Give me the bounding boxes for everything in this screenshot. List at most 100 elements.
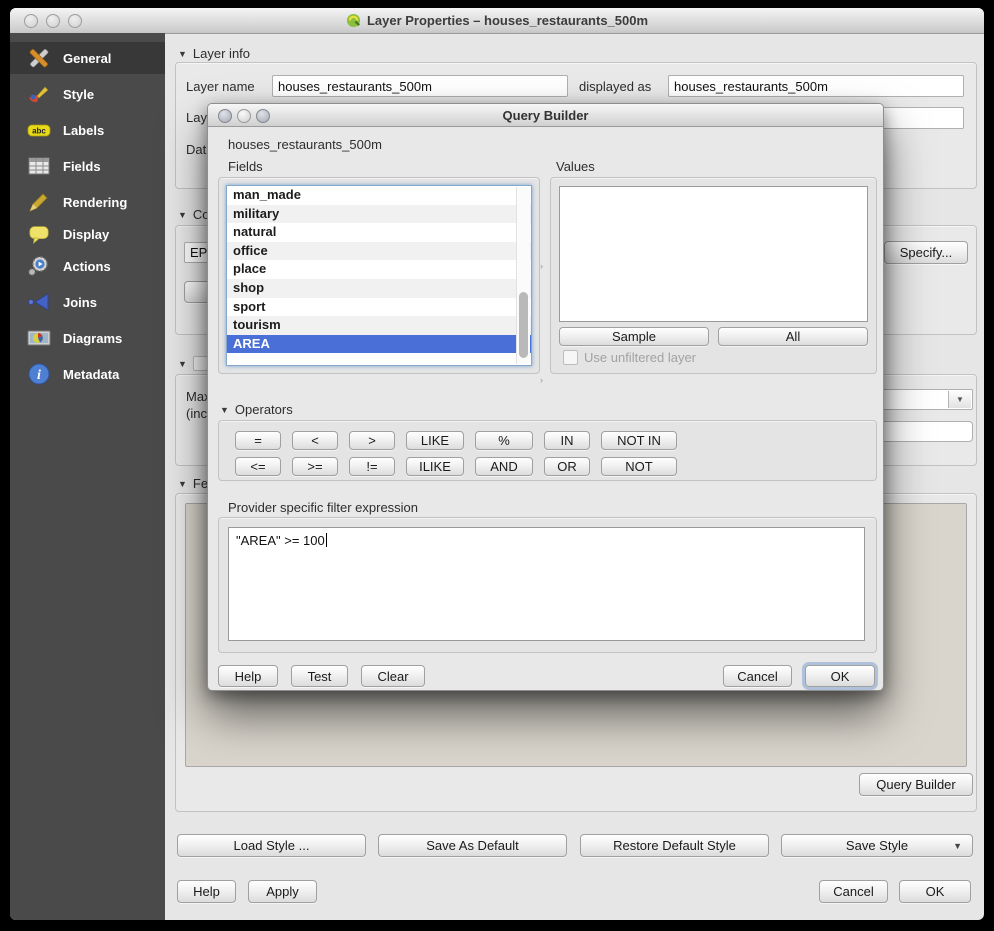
sidebar-item-labels[interactable]: abc Labels bbox=[10, 114, 165, 146]
sample-button[interactable]: Sample bbox=[559, 327, 709, 346]
splitter-handle-icon[interactable]: › bbox=[540, 376, 548, 384]
qb-test-button[interactable]: Test bbox=[291, 665, 348, 687]
ok-button[interactable]: OK bbox=[899, 880, 971, 903]
fields-scrollbar[interactable] bbox=[516, 187, 530, 364]
displayed-as-label: displayed as bbox=[579, 79, 651, 94]
layer-name-input[interactable] bbox=[272, 75, 568, 97]
zoom-dialog-icon[interactable] bbox=[256, 109, 270, 123]
sidebar-item-label: Diagrams bbox=[63, 331, 122, 346]
save-style-button[interactable]: Save Style ▼ bbox=[781, 834, 973, 857]
scale-visibility-checkbox[interactable] bbox=[193, 356, 208, 371]
sidebar-item-display[interactable]: Display bbox=[10, 218, 165, 250]
all-button[interactable]: All bbox=[718, 327, 868, 346]
scale-section-header[interactable]: ▼ bbox=[178, 356, 208, 371]
sidebar-item-general[interactable]: General bbox=[10, 42, 165, 74]
qb-clear-button[interactable]: Clear bbox=[361, 665, 425, 687]
list-item-selected[interactable]: AREA bbox=[227, 335, 531, 354]
list-item[interactable]: sport bbox=[227, 298, 531, 317]
cancel-button[interactable]: Cancel bbox=[819, 880, 888, 903]
help-button[interactable]: Help bbox=[177, 880, 236, 903]
sidebar-item-rendering[interactable]: Rendering bbox=[10, 186, 165, 218]
diagram-icon bbox=[26, 325, 52, 351]
operator-ne-button[interactable]: != bbox=[349, 457, 395, 476]
operator-in-button[interactable]: IN bbox=[544, 431, 590, 450]
values-label: Values bbox=[556, 159, 595, 174]
apply-button[interactable]: Apply bbox=[248, 880, 317, 903]
disclosure-triangle-icon: ▼ bbox=[178, 210, 187, 220]
sidebar-item-fields[interactable]: Fields bbox=[10, 150, 165, 182]
fields-label: Fields bbox=[228, 159, 263, 174]
qb-ok-button[interactable]: OK bbox=[805, 665, 875, 687]
fields-list[interactable]: man_made military natural office place s… bbox=[226, 185, 532, 366]
close-dialog-icon[interactable] bbox=[218, 109, 232, 123]
filter-expression-input[interactable]: "AREA" >= 100 bbox=[228, 527, 865, 641]
operators-section-header[interactable]: ▼ Operators bbox=[220, 402, 293, 417]
qgis-logo-icon bbox=[346, 13, 361, 28]
feature-subset-section-header[interactable]: ▼ Fe bbox=[178, 476, 208, 491]
crs-section-header[interactable]: ▼ Co bbox=[178, 207, 210, 222]
sidebar-item-label: Display bbox=[63, 227, 109, 242]
sidebar-item-label: Fields bbox=[63, 159, 101, 174]
sidebar-item-label: Rendering bbox=[63, 195, 127, 210]
sidebar-item-actions[interactable]: Actions bbox=[10, 250, 165, 282]
operator-not-button[interactable]: NOT bbox=[601, 457, 677, 476]
operator-ge-button[interactable]: >= bbox=[292, 457, 338, 476]
save-as-default-button[interactable]: Save As Default bbox=[378, 834, 567, 857]
close-window-icon[interactable] bbox=[24, 14, 38, 28]
speech-bubble-icon bbox=[26, 221, 52, 247]
window-controls[interactable] bbox=[24, 14, 82, 28]
minimize-window-icon[interactable] bbox=[46, 14, 60, 28]
sidebar-item-label: Labels bbox=[63, 123, 104, 138]
operator-and-button[interactable]: AND bbox=[475, 457, 533, 476]
disclosure-triangle-icon: ▼ bbox=[178, 479, 187, 489]
layer-info-section-label: Layer info bbox=[193, 46, 250, 61]
filter-expression-text: "AREA" >= 100 bbox=[236, 533, 325, 548]
zoom-window-icon[interactable] bbox=[68, 14, 82, 28]
list-item[interactable]: shop bbox=[227, 279, 531, 298]
specify-crs-button[interactable]: Specify... bbox=[884, 241, 968, 264]
sidebar-item-label: Joins bbox=[63, 295, 97, 310]
operator-percent-button[interactable]: % bbox=[475, 431, 533, 450]
sidebar-item-joins[interactable]: Joins bbox=[10, 286, 165, 318]
disclosure-triangle-icon: ▼ bbox=[178, 49, 187, 59]
list-item[interactable]: natural bbox=[227, 223, 531, 242]
operator-not-in-button[interactable]: NOT IN bbox=[601, 431, 677, 450]
list-item[interactable]: man_made bbox=[227, 186, 531, 205]
query-builder-button[interactable]: Query Builder bbox=[859, 773, 973, 796]
load-style-button[interactable]: Load Style ... bbox=[177, 834, 366, 857]
displayed-as-input[interactable] bbox=[668, 75, 964, 97]
layer-info-section-header[interactable]: ▼ Layer info bbox=[178, 46, 250, 61]
operator-eq-button[interactable]: = bbox=[235, 431, 281, 450]
sidebar-item-style[interactable]: Style bbox=[10, 78, 165, 110]
list-item[interactable]: tourism bbox=[227, 316, 531, 335]
scrollbar-thumb[interactable] bbox=[519, 292, 528, 358]
operator-gt-button[interactable]: > bbox=[349, 431, 395, 450]
operator-lt-button[interactable]: < bbox=[292, 431, 338, 450]
sidebar-item-label: Actions bbox=[63, 259, 111, 274]
qb-help-button[interactable]: Help bbox=[218, 665, 278, 687]
svg-text:abc: abc bbox=[32, 127, 46, 136]
tools-icon bbox=[26, 45, 52, 71]
window-titlebar: Layer Properties – houses_restaurants_50… bbox=[10, 8, 984, 34]
operator-le-button[interactable]: <= bbox=[235, 457, 281, 476]
use-unfiltered-checkbox[interactable] bbox=[563, 350, 578, 365]
minimize-dialog-icon[interactable] bbox=[237, 109, 251, 123]
operator-like-button[interactable]: LIKE bbox=[406, 431, 464, 450]
list-item[interactable]: military bbox=[227, 205, 531, 224]
dialog-window-controls[interactable] bbox=[218, 109, 270, 123]
operator-or-button[interactable]: OR bbox=[544, 457, 590, 476]
table-icon bbox=[26, 153, 52, 179]
values-groupbox: Sample All Use unfiltered layer bbox=[550, 177, 877, 374]
sidebar-item-diagrams[interactable]: Diagrams bbox=[10, 322, 165, 354]
values-list[interactable] bbox=[559, 186, 868, 322]
restore-default-style-button[interactable]: Restore Default Style bbox=[580, 834, 769, 857]
list-item[interactable]: place bbox=[227, 260, 531, 279]
list-item[interactable]: office bbox=[227, 242, 531, 261]
qb-cancel-button[interactable]: Cancel bbox=[723, 665, 792, 687]
splitter-handle-icon[interactable]: › bbox=[540, 262, 548, 270]
sidebar-item-metadata[interactable]: i Metadata bbox=[10, 358, 165, 390]
dialog-title: Query Builder bbox=[503, 108, 589, 123]
operator-ilike-button[interactable]: ILIKE bbox=[406, 457, 464, 476]
chevron-down-icon: ▼ bbox=[953, 841, 962, 851]
info-icon: i bbox=[26, 361, 52, 387]
